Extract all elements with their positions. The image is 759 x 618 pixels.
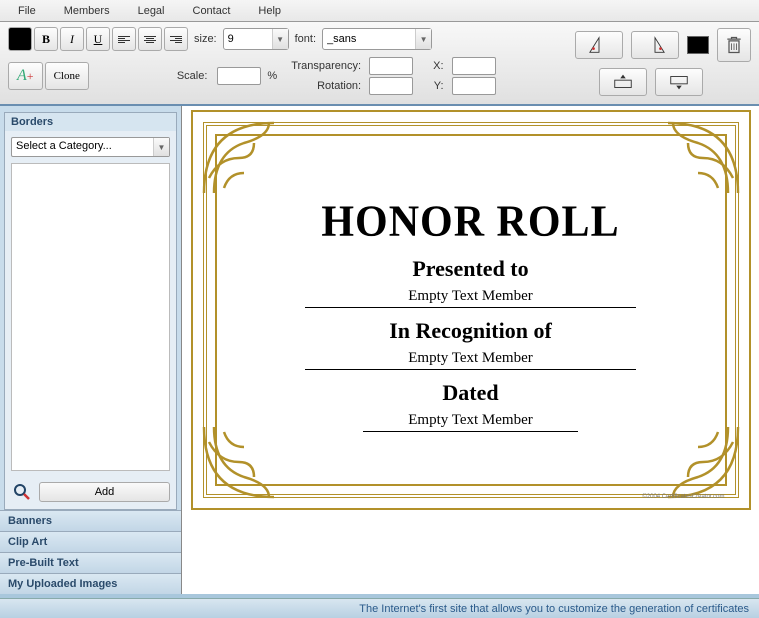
category-select[interactable]: Select a Category... ▼ [11,137,170,157]
align-center-button[interactable] [138,27,162,51]
add-button[interactable]: Add [39,482,170,502]
section-clipart[interactable]: Clip Art [0,531,181,552]
ornament-icon [663,118,743,198]
send-backward-button[interactable] [655,68,703,96]
menu-legal[interactable]: Legal [124,2,179,20]
status-bar: The Internet's first site that allows yo… [0,598,759,618]
font-dropdown[interactable]: ▼ [415,29,431,49]
font-label: font: [291,33,320,45]
y-input[interactable] [452,77,496,95]
certificate-presented-label[interactable]: Presented to [276,256,665,282]
italic-button[interactable]: I [60,27,84,51]
clone-button[interactable]: Clone [45,62,89,90]
panel-title-borders[interactable]: Borders [5,113,176,131]
rotation-input[interactable] [369,77,413,95]
section-uploaded[interactable]: My Uploaded Images [0,573,181,594]
font-input[interactable] [323,29,415,49]
certificate-dated-label[interactable]: Dated [276,380,665,406]
preview-area [11,163,170,471]
font-field-wrap: ▼ [322,28,432,50]
text-color-button[interactable] [8,27,32,51]
ornament-icon [199,118,279,198]
menu-members[interactable]: Members [50,2,124,20]
underline-button[interactable]: U [86,27,110,51]
add-text-button[interactable]: A+ [8,62,43,90]
certificate-date-field[interactable]: Empty Text Member [363,412,577,432]
menu-file[interactable]: File [4,2,50,20]
zoom-icon[interactable] [11,481,33,503]
section-banners[interactable]: Banners [0,510,181,531]
x-input[interactable] [452,57,496,75]
size-input[interactable] [224,29,272,49]
fill-color-swatch[interactable] [687,36,709,54]
menu-contact[interactable]: Contact [179,2,245,20]
certificate-name-field[interactable]: Empty Text Member [305,288,636,308]
size-field-wrap: ▼ [223,28,289,50]
rotation-label: Rotation: [313,80,365,92]
ornament-icon [663,422,743,502]
align-right-button[interactable] [164,27,188,51]
certificate-recognition-label[interactable]: In Recognition of [276,318,665,344]
canvas[interactable]: HONOR ROLL Presented to Empty Text Membe… [182,106,759,594]
certificate-footer: ©2004 CertificatesCreator.com [642,494,724,500]
bring-forward-button[interactable] [599,68,647,96]
x-label: X: [429,60,447,72]
ornament-icon [199,422,279,502]
category-select-text: Select a Category... [12,138,153,156]
status-text: The Internet's first site that allows yo… [359,603,749,615]
certificate[interactable]: HONOR ROLL Presented to Empty Text Membe… [191,110,751,510]
main-area: Borders Select a Category... ▼ Add Banne… [0,106,759,594]
size-label: size: [190,33,221,45]
category-dropdown-icon[interactable]: ▼ [153,138,169,156]
scale-unit: % [263,70,281,82]
flip-vertical-button[interactable] [631,31,679,59]
size-dropdown[interactable]: ▼ [272,29,288,49]
certificate-title[interactable]: HONOR ROLL [276,197,665,247]
flip-horizontal-button[interactable] [575,31,623,59]
section-prebuilt[interactable]: Pre-Built Text [0,552,181,573]
bold-button[interactable]: B [34,27,58,51]
menubar: File Members Legal Contact Help [0,0,759,22]
scale-input[interactable] [217,67,261,85]
menu-help[interactable]: Help [244,2,295,20]
certificate-recognition-field[interactable]: Empty Text Member [305,350,636,370]
transparency-label: Transparency: [287,60,365,72]
align-left-button[interactable] [112,27,136,51]
y-label: Y: [430,80,448,92]
left-panel: Borders Select a Category... ▼ Add Banne… [0,106,182,594]
scale-label: Scale: [173,70,212,82]
transparency-input[interactable] [369,57,413,75]
toolbar: B I U size: ▼ font: ▼ A+ Clone Scale: % [0,22,759,106]
delete-button[interactable] [717,28,751,62]
